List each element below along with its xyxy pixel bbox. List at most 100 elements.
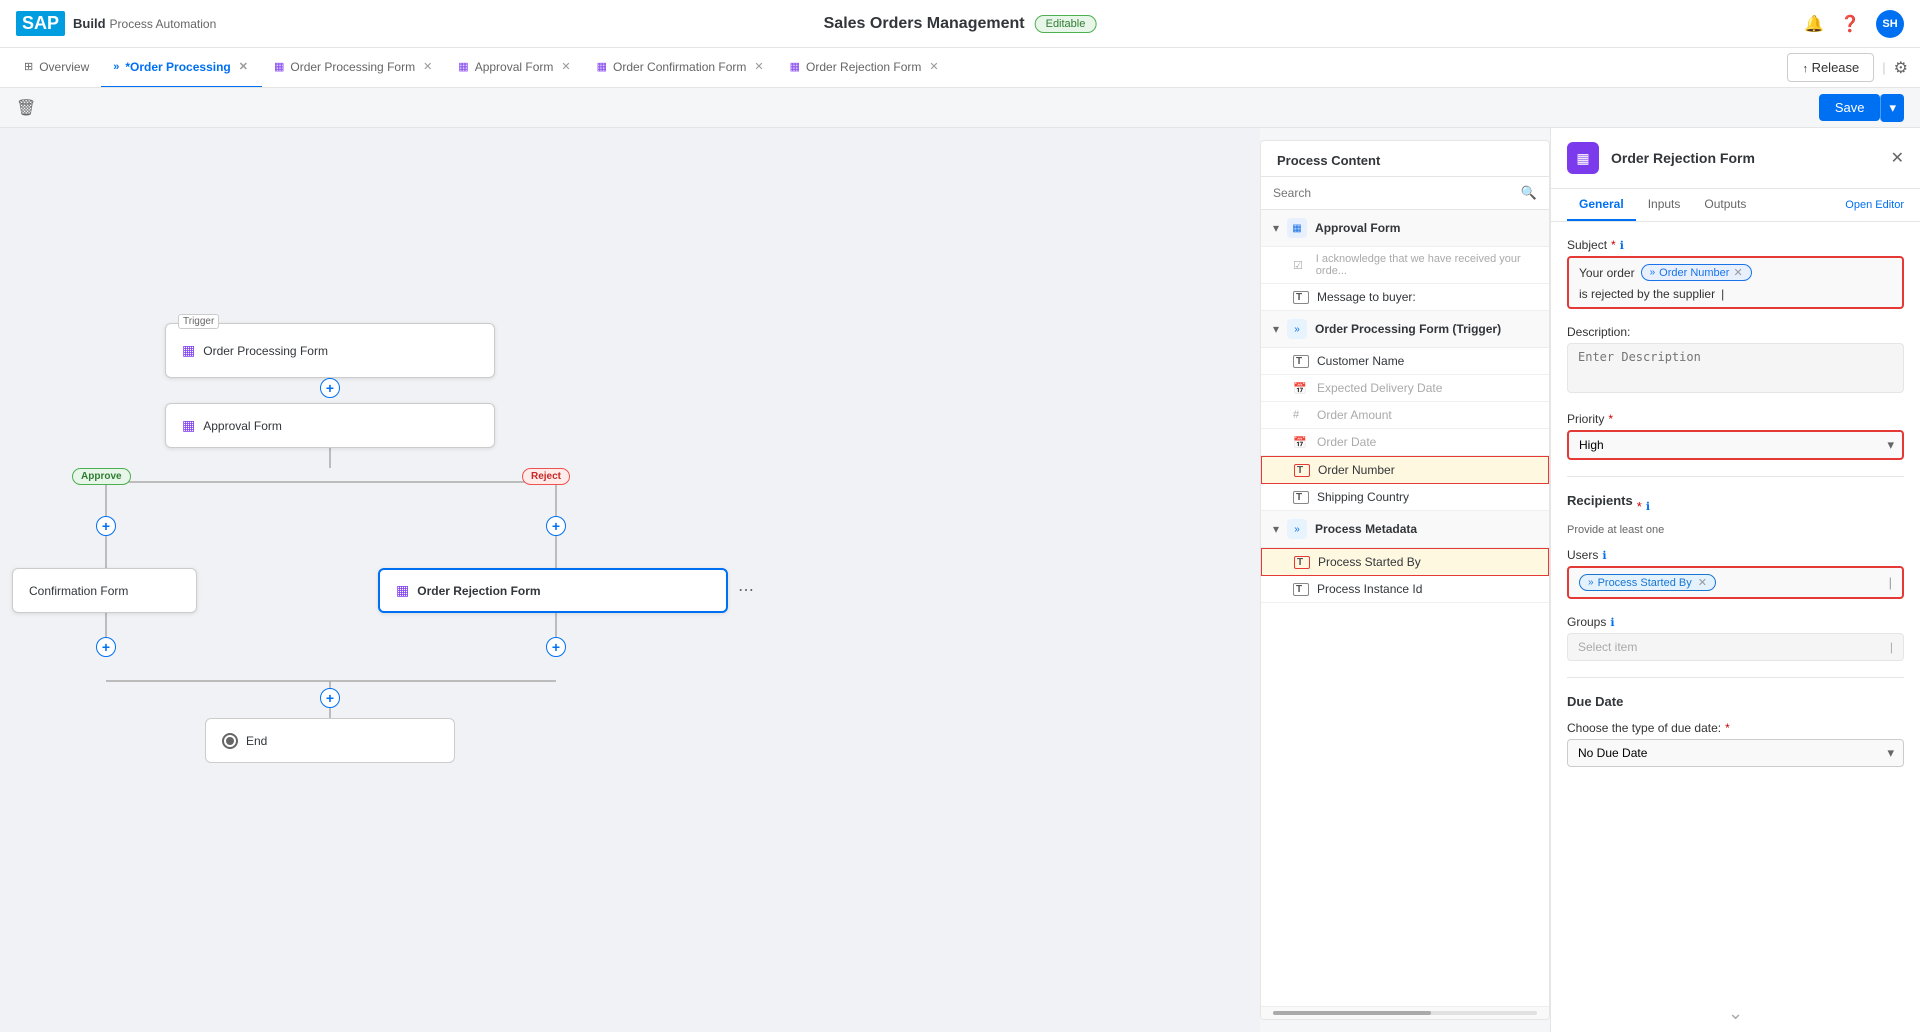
priority-label: Priority * [1567, 412, 1904, 426]
tab-order-rejection-form[interactable]: ▦ Order Rejection Form ✕ [778, 48, 953, 88]
tab-overview[interactable]: ⊞ Overview [12, 48, 101, 88]
pm-item-process-instance[interactable]: T Process Instance Id [1261, 576, 1549, 603]
tab-orf-close[interactable]: ✕ [927, 59, 940, 74]
tab-af-close[interactable]: ✕ [559, 59, 572, 74]
right-panel-close-button[interactable]: ✕ [1891, 148, 1904, 168]
tab-order-confirmation-form[interactable]: ▦ Order Confirmation Form ✕ [585, 48, 778, 88]
tab-order-processing-close[interactable]: ✕ [237, 59, 250, 74]
pm-item-process-started-by[interactable]: T Process Started By [1261, 548, 1549, 576]
opf-item-order-amount[interactable]: # Order Amount [1261, 402, 1549, 429]
process-search-input[interactable] [1273, 186, 1513, 200]
help-icon[interactable]: ❓ [1840, 14, 1860, 34]
open-editor-button[interactable]: Open Editor [1845, 199, 1904, 211]
opf-item-order-number[interactable]: T Order Number [1261, 456, 1549, 484]
tab-overview-label: Overview [39, 60, 89, 74]
section-divider-recipients [1567, 476, 1904, 477]
approval-node[interactable]: ▦ Approval Form [165, 403, 495, 448]
notifications-icon[interactable]: 🔔 [1804, 14, 1824, 34]
right-panel-form-icon: ▦ [1567, 142, 1599, 174]
priority-select[interactable]: High Low Medium Very High No Priority [1567, 430, 1904, 460]
priority-field-group: Priority * High Low Medium Very High No … [1567, 412, 1904, 460]
text-icon-on: T [1294, 464, 1310, 477]
process-metadata-section-header[interactable]: ▾ » Process Metadata [1261, 511, 1549, 548]
save-dropdown-button[interactable]: ▾ [1880, 94, 1904, 122]
trigger-node[interactable]: Trigger ▦ Order Processing Form [165, 323, 495, 378]
subject-label: Subject * ℹ [1567, 238, 1904, 252]
checkbox-icon: ☑ [1293, 259, 1308, 272]
delete-button[interactable]: 🗑 [16, 98, 36, 118]
opf-section-title: Order Processing Form (Trigger) [1315, 322, 1537, 336]
tab-order-processing-label: *Order Processing [125, 60, 230, 74]
user-avatar[interactable]: SH [1876, 10, 1904, 38]
users-field[interactable]: » Process Started By ✕ | [1567, 566, 1904, 599]
plus-approve[interactable]: + [96, 516, 116, 536]
description-field[interactable] [1567, 343, 1904, 393]
tab-approval-form[interactable]: ▦ Approval Form ✕ [446, 48, 584, 88]
save-button[interactable]: Save [1819, 94, 1881, 121]
rejection-more-button[interactable]: ⋯ [738, 580, 754, 600]
text-icon-message: T [1293, 291, 1309, 304]
opf-item-order-date[interactable]: 📅 Order Date [1261, 429, 1549, 456]
order-processing-section-header[interactable]: ▾ » Order Processing Form (Trigger) [1261, 311, 1549, 348]
tab-order-processing-form[interactable]: ▦ Order Processing Form ✕ [262, 48, 446, 88]
recipients-info-icon[interactable]: ℹ [1646, 500, 1650, 513]
tab-order-processing[interactable]: » *Order Processing ✕ [101, 48, 262, 88]
sap-logo-box: SAP [16, 11, 65, 36]
plus-trigger-approval[interactable]: + [320, 378, 340, 398]
approval-form-item-ack[interactable]: ☑ I acknowledge that we have received yo… [1261, 247, 1549, 284]
recipients-section: Recipients * ℹ Provide at least one User… [1567, 493, 1904, 661]
plus-confirmation-below[interactable]: + [96, 637, 116, 657]
groups-field[interactable]: Select item | [1567, 633, 1904, 661]
subject-required-star: * [1611, 238, 1616, 252]
collapse-pm-icon: ▾ [1273, 522, 1279, 536]
due-date-select[interactable]: No Due Date Static Dynamic [1567, 739, 1904, 767]
users-variable-close[interactable]: ✕ [1698, 576, 1707, 589]
release-button[interactable]: ↑ Release [1787, 53, 1874, 82]
editable-badge: Editable [1035, 15, 1097, 33]
plus-rejection-below[interactable]: + [546, 637, 566, 657]
header-actions: 🔔 ❓ SH [1804, 10, 1904, 38]
rejection-node[interactable]: ▦ Order Rejection Form [378, 568, 728, 613]
approval-form-section-header[interactable]: ▾ ▦ Approval Form [1261, 210, 1549, 247]
number-icon-oa: # [1293, 409, 1309, 421]
plus-merge[interactable]: + [320, 688, 340, 708]
header-center: Sales Orders Management Editable [824, 15, 1097, 33]
tab-ocf-close[interactable]: ✕ [752, 59, 765, 74]
right-tab-outputs[interactable]: Outputs [1692, 189, 1758, 221]
approval-node-label: Approval Form [203, 419, 282, 433]
canvas[interactable]: Trigger ▦ Order Processing Form + ▦ Appr… [0, 128, 1260, 1032]
text-icon-sc: T [1293, 491, 1309, 504]
toolbar: 🗑 Save ▾ [0, 88, 1920, 128]
recipients-title: Recipients [1567, 493, 1633, 508]
confirmation-node[interactable]: Confirmation Form [12, 568, 197, 613]
users-field-cursor: | [1889, 575, 1892, 590]
subject-variable-icon: » [1650, 267, 1656, 278]
groups-info-icon[interactable]: ℹ [1610, 616, 1614, 629]
opf-item-customer-name[interactable]: T Customer Name [1261, 348, 1549, 375]
approval-form-section: ▾ ▦ Approval Form ☑ I acknowledge that w… [1261, 210, 1549, 311]
subject-variable-close[interactable]: ✕ [1733, 266, 1742, 279]
users-variable-label: Process Started By [1598, 577, 1692, 589]
approval-node-icon: ▦ [182, 417, 195, 434]
end-node-label: End [246, 734, 267, 748]
right-tab-inputs[interactable]: Inputs [1636, 189, 1693, 221]
tab-ocf-label: Order Confirmation Form [613, 60, 746, 74]
text-icon-cn: T [1293, 355, 1309, 368]
subject-prefix-text: Your order [1579, 266, 1635, 280]
tab-opf-close[interactable]: ✕ [421, 59, 434, 74]
opf-item-shipping-country[interactable]: T Shipping Country [1261, 484, 1549, 511]
settings-icon[interactable]: ⚙ [1894, 58, 1908, 78]
plus-reject[interactable]: + [546, 516, 566, 536]
subject-info-icon[interactable]: ℹ [1620, 239, 1624, 252]
subject-suffix-text: is rejected by the supplier [1579, 287, 1715, 301]
opf-item-edd[interactable]: 📅 Expected Delivery Date [1261, 375, 1549, 402]
end-node[interactable]: End [205, 718, 455, 763]
subject-field[interactable]: Your order » Order Number ✕ is rejected … [1567, 256, 1904, 309]
right-tab-general[interactable]: General [1567, 189, 1636, 221]
opf-icon: ▦ [274, 60, 284, 73]
approval-form-item-message[interactable]: T Message to buyer: [1261, 284, 1549, 311]
tab-af-label: Approval Form [475, 60, 554, 74]
tab-opf-label: Order Processing Form [290, 60, 415, 74]
users-info-icon[interactable]: ℹ [1602, 549, 1606, 562]
calendar-icon-od: 📅 [1293, 436, 1309, 449]
